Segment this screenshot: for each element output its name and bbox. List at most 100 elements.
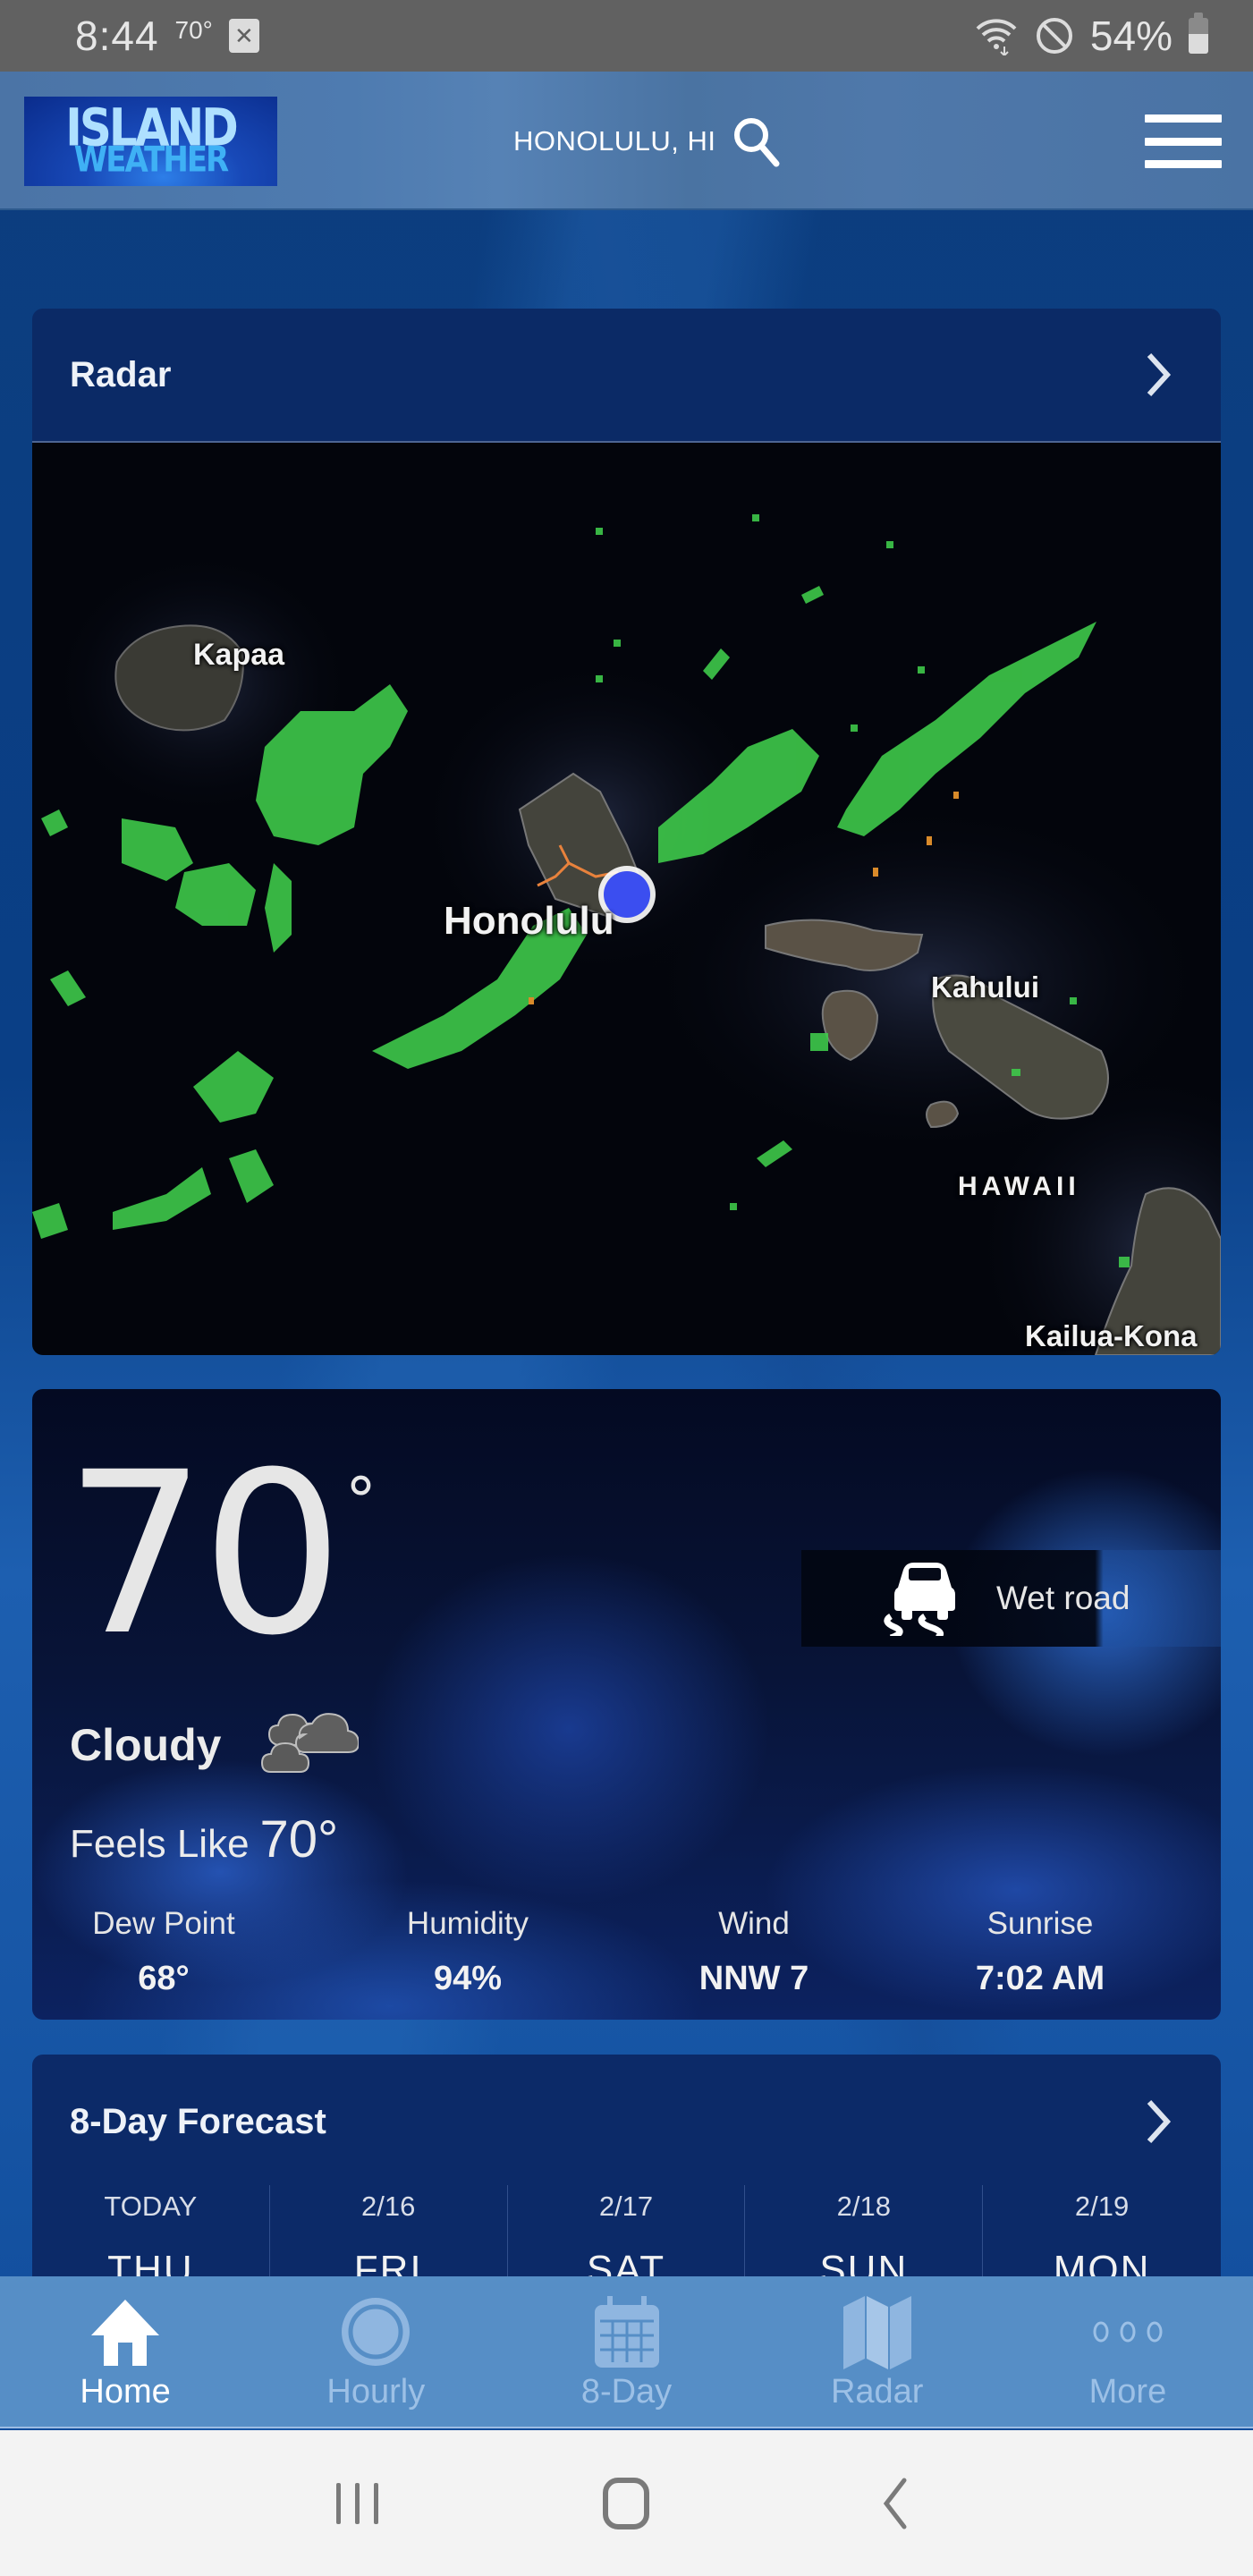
app-header: ISLAND WEATHER HONOLULU, HI (0, 72, 1253, 210)
radar-echo (32, 1203, 68, 1239)
radar-echo (596, 675, 603, 682)
logo-line-2: WEATHER (73, 139, 229, 181)
back-button[interactable] (855, 2463, 936, 2544)
status-bar-right: 54% (974, 12, 1208, 60)
forecast-day[interactable]: 2/16 FRI (270, 2185, 508, 2287)
radar-echo (265, 863, 292, 953)
status-bar: 8:44 70° ✕ 54% (0, 0, 1253, 72)
forecast-date: 2/19 (1074, 2190, 1130, 2222)
map-icon (842, 2296, 911, 2369)
stat-humidity: Humidity 94% (329, 1906, 606, 1998)
nav-hourly[interactable]: Hourly (250, 2276, 501, 2427)
hamburger-menu-icon[interactable] (1145, 114, 1222, 168)
radar-map-canvas (32, 514, 1221, 1355)
home-button[interactable] (586, 2463, 666, 2544)
radar-echo (918, 666, 925, 674)
map-label-kapaa: Kapaa (193, 638, 285, 672)
radar-echo (50, 970, 86, 1006)
current-conditions-card[interactable]: 70 ° Wet road Cloudy Feels Like 70° Dew … (32, 1389, 1221, 2020)
radar-echo (752, 514, 759, 521)
radar-echo (229, 1149, 274, 1203)
recent-apps-button[interactable] (317, 2463, 398, 2544)
stat-value: 7:02 AM (975, 1960, 1105, 1997)
map-label-honolulu: Honolulu (444, 899, 614, 943)
radar-heavy-echo (529, 997, 534, 1004)
more-dots-icon (1093, 2321, 1163, 2343)
menu-bar (1145, 137, 1222, 146)
radar-heavy-echo (873, 868, 878, 877)
radar-echo (1070, 997, 1077, 1004)
radar-echo (614, 640, 621, 647)
stat-sunrise: Sunrise 7:02 AM (902, 1906, 1179, 1998)
battery-percent: 54% (1089, 13, 1173, 59)
back-icon (883, 2478, 907, 2529)
radar-echo (757, 1140, 792, 1167)
island-weather-logo[interactable]: ISLAND WEATHER (24, 97, 277, 186)
map-label-hawaii: HAWAII (958, 1172, 1080, 1201)
nav-label: Home (80, 2373, 171, 2411)
radar-title: Radar (70, 354, 172, 394)
stat-label: Humidity (406, 1906, 529, 1941)
slippery-road-icon (884, 1563, 955, 1636)
stat-value: NNW 7 (698, 1960, 809, 1997)
forecast-day[interactable]: 2/17 SAT (508, 2185, 746, 2287)
home-circle-icon (603, 2477, 650, 2529)
forecast-card: 8-Day Forecast TODAY THU 2/16 FRI 2/17 S… (32, 2055, 1221, 2287)
close-box-icon: ✕ (228, 19, 259, 53)
nav-label: 8-Day (580, 2373, 673, 2411)
forecast-day[interactable]: 2/18 SUN (745, 2185, 984, 2287)
nav-more[interactable]: More (1003, 2276, 1253, 2427)
road-alert-text: Wet road (996, 1580, 1130, 1616)
radar-echo (1012, 1069, 1020, 1076)
status-time: 8:44 (75, 13, 159, 59)
stat-label: Wind (718, 1906, 790, 1941)
calendar-icon (594, 2296, 659, 2368)
feels-like: Feels Like 70° (70, 1809, 338, 1869)
road-alert-banner[interactable]: Wet road (801, 1550, 1221, 1647)
nav-8-day[interactable]: 8-Day (501, 2276, 751, 2427)
forecast-day[interactable]: TODAY THU (32, 2185, 270, 2287)
radar-echo (596, 528, 603, 535)
feels-like-value: 70° (259, 1810, 339, 1868)
radar-echo (851, 724, 858, 732)
forecast-day[interactable]: 2/19 MON (983, 2185, 1221, 2287)
current-temperature: 70 (64, 1424, 343, 1684)
forecast-date: TODAY (104, 2190, 198, 2222)
search-icon[interactable] (732, 115, 782, 167)
radar-echo (175, 863, 256, 926)
forecast-card-header[interactable]: 8-Day Forecast (32, 2055, 1221, 2189)
stat-label: Sunrise (986, 1906, 1094, 1941)
cloudy-icon (261, 1713, 360, 1773)
chevron-right-icon[interactable] (1140, 2095, 1176, 2148)
nav-label: Hourly (326, 2373, 426, 2411)
stat-label: Dew Point (92, 1906, 235, 1941)
map-label-kahului: Kahului (931, 970, 1039, 1004)
battery-icon (1189, 13, 1208, 54)
system-nav-bar (0, 2430, 1253, 2576)
radar-card-header[interactable]: Radar (32, 309, 1221, 443)
stat-wind: Wind NNW 7 (606, 1906, 902, 1998)
degree-symbol: ° (345, 1464, 377, 1538)
radar-map[interactable]: Kapaa Honolulu Kahului HAWAII Kailua-Kon… (32, 443, 1221, 1355)
nav-home[interactable]: Home (0, 2276, 250, 2427)
do-not-disturb-icon (1036, 18, 1072, 54)
condition-row: Cloudy (70, 1709, 360, 1781)
stat-dew-point: Dew Point 68° (32, 1906, 329, 1998)
radar-echo (41, 809, 68, 836)
stat-value: 94% (433, 1960, 503, 1997)
forecast-date: 2/18 (836, 2190, 891, 2222)
condition-text: Cloudy (70, 1720, 222, 1770)
chevron-right-icon[interactable] (1140, 348, 1176, 402)
forecast-date: 2/16 (361, 2190, 416, 2222)
radar-heavy-echo (953, 792, 959, 799)
forecast-date: 2/17 (598, 2190, 654, 2222)
nav-radar[interactable]: Radar (752, 2276, 1003, 2427)
status-bar-left: 8:44 70° ✕ (75, 12, 259, 60)
location-selector[interactable]: HONOLULU, HI (513, 115, 782, 167)
menu-bar (1145, 160, 1222, 168)
home-icon (91, 2300, 160, 2366)
forecast-title: 8-Day Forecast (70, 2101, 326, 2141)
stat-value: 68° (138, 1960, 190, 1997)
feels-like-label: Feels Like (70, 1822, 250, 1866)
status-temperature: 70° (174, 16, 213, 44)
